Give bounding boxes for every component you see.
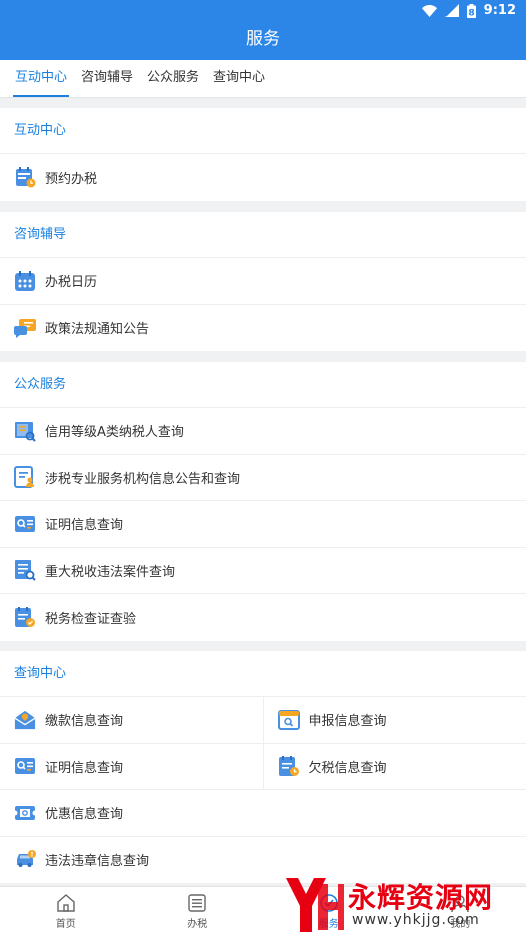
section-consulting: 咨询辅导 办税日历 政策法规通知公告 [0, 212, 526, 351]
section-header: 咨询辅导 [0, 212, 526, 258]
nav-home[interactable]: 首页 [0, 887, 132, 936]
list-item-major-case-query[interactable]: 重大税收违法案件查询 [0, 548, 526, 594]
arrears-doc-icon [278, 755, 300, 777]
list-item-certificate-query[interactable]: 证明信息查询 [0, 501, 526, 548]
list-item-label: 优惠信息查询 [45, 807, 124, 823]
grid-row: 缴款信息查询 申报信息查询 [0, 697, 526, 744]
list-item-label: 税务检查证查验 [45, 611, 137, 627]
page-title: 服务 [0, 22, 526, 60]
status-bar: 8 9:12 [0, 0, 526, 22]
tab-consulting[interactable]: 咨询辅导 [76, 60, 138, 97]
certificate-search-icon [14, 755, 36, 777]
list-item-label: 涉税专业服务机构信息公告和查询 [45, 471, 241, 487]
agency-doc-icon [14, 466, 36, 489]
grid-item-label: 申报信息查询 [308, 714, 387, 730]
grid-item-declaration-query[interactable]: 申报信息查询 [264, 697, 526, 743]
battery-icon: 8 [466, 3, 476, 18]
list-item-appointment[interactable]: 预约办税 [0, 154, 526, 201]
declaration-search-icon [277, 709, 300, 731]
calendar-clock-icon [14, 166, 36, 188]
signal-icon [444, 4, 459, 17]
nav-label: 办税 [187, 919, 208, 930]
list-icon [188, 894, 206, 912]
tab-public-service[interactable]: 公众服务 [142, 60, 204, 97]
list-item-policy-notice[interactable]: 政策法规通知公告 [0, 305, 526, 352]
list-item-label: 预约办税 [45, 171, 98, 187]
nav-label: 我的 [450, 919, 471, 930]
payment-envelope-icon [14, 709, 36, 731]
grid-item-certificate-query[interactable]: 证明信息查询 [0, 743, 264, 789]
list-item-label: 信用等级A类纳税人查询 [45, 425, 184, 441]
section-public-service: 公众服务 信用等级A类纳税人查询 涉税专业服务机构信息公告和查询 证明信息查询 … [0, 362, 526, 641]
svg-text:8: 8 [468, 8, 474, 18]
case-search-icon [14, 559, 36, 581]
home-icon [57, 894, 75, 912]
nav-tax[interactable]: 办税 [132, 887, 264, 936]
list-item-agency-notice[interactable]: 涉税专业服务机构信息公告和查询 [0, 455, 526, 501]
tab-interaction-center[interactable]: 互动中心 [10, 60, 72, 97]
section-header: 公众服务 [0, 362, 526, 408]
grid-item-label: 欠税信息查询 [308, 760, 387, 776]
discount-ticket-icon [14, 802, 36, 824]
section-header: 查询中心 [0, 651, 526, 697]
grid-item-label: 证明信息查询 [45, 760, 124, 776]
list-item-credit-a-query[interactable]: 信用等级A类纳税人查询 [0, 408, 526, 455]
list-item-discount-query[interactable]: 优惠信息查询 [0, 790, 526, 837]
grid-item-payment-query[interactable]: 缴款信息查询 [0, 697, 264, 743]
user-icon [451, 895, 469, 913]
wifi-icon [421, 4, 437, 17]
list-item-label: 政策法规通知公告 [45, 322, 150, 338]
bottom-nav: 首页 办税 服务 我的 [0, 886, 526, 936]
credit-search-icon [14, 420, 36, 442]
list-item-inspection-cert[interactable]: 税务检查证查验 [0, 594, 526, 641]
certificate-search-icon [14, 513, 36, 535]
inspection-cert-icon [14, 606, 36, 628]
nav-label: 首页 [55, 919, 76, 930]
nav-mine[interactable]: 我的 [395, 887, 526, 936]
section-header: 互动中心 [0, 108, 526, 154]
grid-item-label: 缴款信息查询 [45, 714, 124, 730]
section-interaction-center: 互动中心 预约办税 [0, 108, 526, 201]
section-query-center: 查询中心 缴款信息查询 申报信息查询 证明信息查询 欠税信息查询 优惠信息查询 … [0, 651, 526, 883]
list-item-label: 证明信息查询 [45, 518, 124, 534]
grid-item-arrears-query[interactable]: 欠税信息查询 [264, 744, 526, 790]
car-violation-icon [14, 849, 36, 871]
chat-bubble-icon [14, 317, 36, 339]
nav-label: 服务 [318, 919, 339, 930]
service-icon [319, 894, 338, 912]
list-item-label: 办税日历 [45, 275, 98, 291]
tab-query-center[interactable]: 查询中心 [208, 60, 270, 97]
list-item-violation-query[interactable]: 违法违章信息查询 [0, 837, 526, 884]
calendar-icon [14, 270, 36, 292]
nav-service[interactable]: 服务 [263, 887, 395, 936]
tab-bar: 互动中心 咨询辅导 公众服务 查询中心 [0, 60, 526, 98]
list-item-tax-calendar[interactable]: 办税日历 [0, 258, 526, 305]
status-time: 9:12 [483, 3, 516, 18]
list-item-label: 重大税收违法案件查询 [45, 564, 176, 580]
grid-row: 证明信息查询 欠税信息查询 [0, 743, 526, 790]
list-item-label: 违法违章信息查询 [45, 854, 150, 870]
